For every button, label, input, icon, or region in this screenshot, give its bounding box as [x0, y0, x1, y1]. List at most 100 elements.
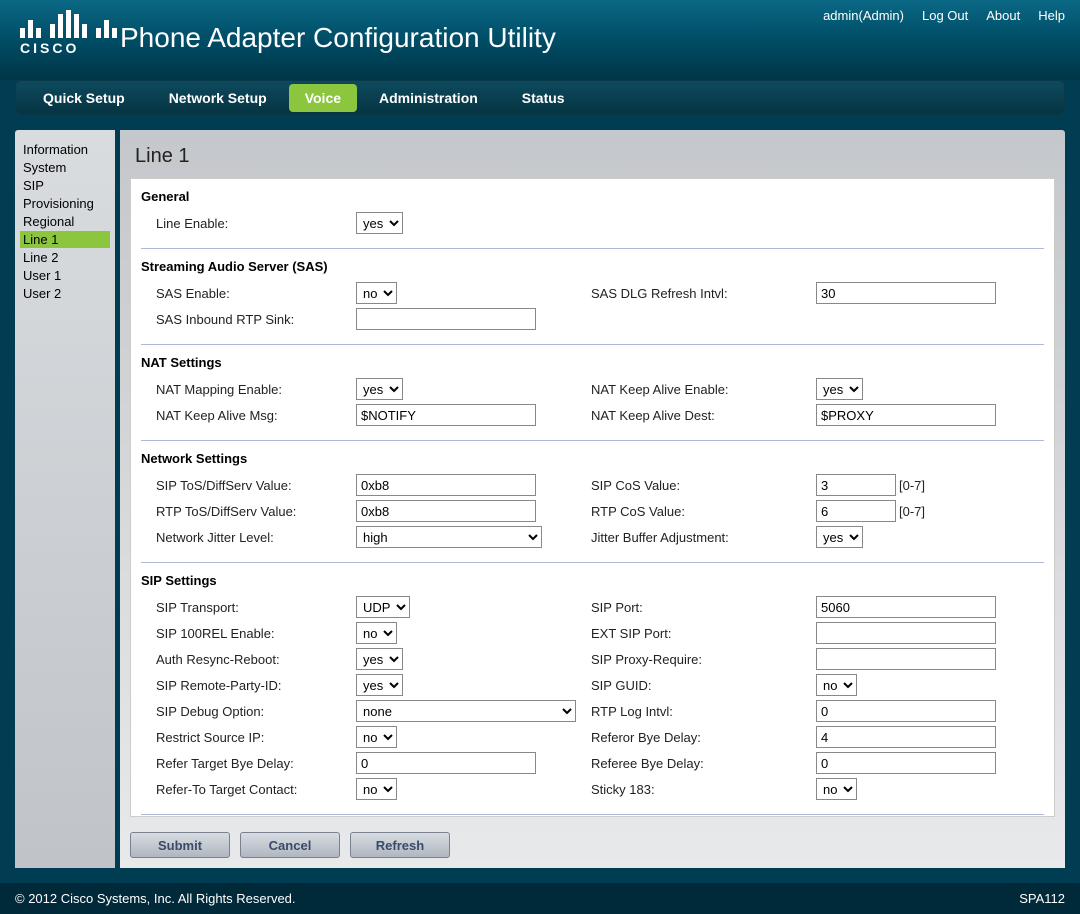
- lbl-sip-port: SIP Port:: [591, 600, 816, 615]
- inp-sip-tos[interactable]: [356, 474, 536, 496]
- user-link[interactable]: admin(Admin): [823, 8, 904, 23]
- cisco-logo: CISCO: [20, 10, 117, 56]
- inp-sas-rtp[interactable]: [356, 308, 536, 330]
- main-nav: Quick Setup Network Setup Voice Administ…: [15, 80, 1065, 115]
- lbl-line-enable: Line Enable:: [156, 216, 356, 231]
- lbl-nat-ka-dest: NAT Keep Alive Dest:: [591, 408, 816, 423]
- lbl-nat-ka-en: NAT Keep Alive Enable:: [591, 382, 816, 397]
- brand-text: CISCO: [20, 40, 117, 56]
- footer-buttons: Submit Cancel Refresh: [120, 817, 1065, 868]
- nav-network-setup[interactable]: Network Setup: [147, 80, 289, 115]
- lbl-jitter-lvl: Network Jitter Level:: [156, 530, 356, 545]
- section-title-sas: Streaming Audio Server (SAS): [141, 259, 1044, 280]
- sel-restrict-ip[interactable]: no: [356, 726, 397, 748]
- inp-sip-port[interactable]: [816, 596, 996, 618]
- inp-proxy-req[interactable]: [816, 648, 996, 670]
- inp-rtp-tos[interactable]: [356, 500, 536, 522]
- section-title-general: General: [141, 189, 1044, 210]
- top-links: admin(Admin) Log Out About Help: [823, 8, 1065, 23]
- lbl-sas-enable: SAS Enable:: [156, 286, 356, 301]
- nav-voice[interactable]: Voice: [289, 84, 357, 112]
- lbl-jitter-adj: Jitter Buffer Adjustment:: [591, 530, 816, 545]
- lbl-debug: SIP Debug Option:: [156, 704, 356, 719]
- inp-rtp-log[interactable]: [816, 700, 996, 722]
- sel-guid[interactable]: no: [816, 674, 857, 696]
- sel-jitter-adj[interactable]: yes: [816, 526, 863, 548]
- sel-line-enable[interactable]: yes: [356, 212, 403, 234]
- content-panel: Line 1 General Line Enable: yes Streamin…: [120, 130, 1065, 868]
- sel-auth-resync[interactable]: yes: [356, 648, 403, 670]
- sidebar-information[interactable]: Information: [20, 141, 110, 158]
- sidebar-system[interactable]: System: [20, 159, 110, 176]
- lbl-sip-tos: SIP ToS/DiffServ Value:: [156, 478, 356, 493]
- sel-sas-enable[interactable]: no: [356, 282, 397, 304]
- sidebar-sip[interactable]: SIP: [20, 177, 110, 194]
- nav-quick-setup[interactable]: Quick Setup: [21, 80, 147, 115]
- sidebar-line2[interactable]: Line 2: [20, 249, 110, 266]
- inp-sip-cos[interactable]: [816, 474, 896, 496]
- sel-100rel[interactable]: no: [356, 622, 397, 644]
- lbl-nat-map: NAT Mapping Enable:: [156, 382, 356, 397]
- inp-ext-port[interactable]: [816, 622, 996, 644]
- lbl-sip-cos: SIP CoS Value:: [591, 478, 816, 493]
- lbl-proxy-req: SIP Proxy-Require:: [591, 652, 816, 667]
- settings-scroll[interactable]: General Line Enable: yes Streaming Audio…: [130, 178, 1055, 817]
- inp-sas-dlg[interactable]: [816, 282, 996, 304]
- inp-refer-target-bye[interactable]: [356, 752, 536, 774]
- lbl-100rel: SIP 100REL Enable:: [156, 626, 356, 641]
- cancel-button[interactable]: Cancel: [240, 832, 340, 858]
- section-general: General Line Enable: yes: [141, 179, 1044, 249]
- lbl-sip-transport: SIP Transport:: [156, 600, 356, 615]
- submit-button[interactable]: Submit: [130, 832, 230, 858]
- sel-debug[interactable]: none: [356, 700, 576, 722]
- nav-status[interactable]: Status: [500, 80, 587, 115]
- inp-referor-bye[interactable]: [816, 726, 996, 748]
- lbl-sticky183: Sticky 183:: [591, 782, 816, 797]
- refresh-button[interactable]: Refresh: [350, 832, 450, 858]
- inp-referee-bye[interactable]: [816, 752, 996, 774]
- sel-jitter-lvl[interactable]: high: [356, 526, 542, 548]
- lbl-nat-ka-msg: NAT Keep Alive Msg:: [156, 408, 356, 423]
- logout-link[interactable]: Log Out: [922, 8, 968, 23]
- section-network: Network Settings SIP ToS/DiffServ Value:…: [141, 441, 1044, 563]
- about-link[interactable]: About: [986, 8, 1020, 23]
- lbl-remote-party: SIP Remote-Party-ID:: [156, 678, 356, 693]
- lbl-rtp-log: RTP Log Intvl:: [591, 704, 816, 719]
- lbl-ext-port: EXT SIP Port:: [591, 626, 816, 641]
- sidebar-provisioning[interactable]: Provisioning: [20, 195, 110, 212]
- lbl-referor-bye: Referor Bye Delay:: [591, 730, 816, 745]
- copyright-text: © 2012 Cisco Systems, Inc. All Rights Re…: [15, 891, 296, 906]
- sidebar-user2[interactable]: User 2: [20, 285, 110, 302]
- bottom-bar: © 2012 Cisco Systems, Inc. All Rights Re…: [0, 883, 1080, 914]
- inp-nat-ka-msg[interactable]: [356, 404, 536, 426]
- model-text: SPA112: [1019, 891, 1065, 906]
- inp-rtp-cos[interactable]: [816, 500, 896, 522]
- sidebar-regional[interactable]: Regional: [20, 213, 110, 230]
- cisco-bars-icon: [20, 10, 117, 38]
- sel-refer-to-contact[interactable]: no: [356, 778, 397, 800]
- lbl-refer-target-bye: Refer Target Bye Delay:: [156, 756, 356, 771]
- section-title-network: Network Settings: [141, 451, 1044, 472]
- help-link[interactable]: Help: [1038, 8, 1065, 23]
- page-title: Line 1: [120, 130, 1065, 178]
- section-nat: NAT Settings NAT Mapping Enable: yes NAT…: [141, 345, 1044, 441]
- lbl-sas-dlg: SAS DLG Refresh Intvl:: [591, 286, 816, 301]
- nav-administration[interactable]: Administration: [357, 80, 500, 115]
- inp-nat-ka-dest[interactable]: [816, 404, 996, 426]
- sel-nat-map[interactable]: yes: [356, 378, 403, 400]
- lbl-rtp-cos: RTP CoS Value:: [591, 504, 816, 519]
- lbl-auth-resync: Auth Resync-Reboot:: [156, 652, 356, 667]
- sidebar-line1[interactable]: Line 1: [20, 231, 110, 248]
- sel-sip-transport[interactable]: UDP: [356, 596, 410, 618]
- header: CISCO Phone Adapter Configuration Utilit…: [0, 0, 1080, 80]
- section-sas: Streaming Audio Server (SAS) SAS Enable:…: [141, 249, 1044, 345]
- sidebar-user1[interactable]: User 1: [20, 267, 110, 284]
- lbl-rtp-tos: RTP ToS/DiffServ Value:: [156, 504, 356, 519]
- lbl-restrict-ip: Restrict Source IP:: [156, 730, 356, 745]
- section-title-sip: SIP Settings: [141, 573, 1044, 594]
- lbl-referee-bye: Referee Bye Delay:: [591, 756, 816, 771]
- sel-nat-ka-en[interactable]: yes: [816, 378, 863, 400]
- sel-sticky183[interactable]: no: [816, 778, 857, 800]
- hint-sip-cos: [0-7]: [899, 478, 925, 493]
- sel-remote-party[interactable]: yes: [356, 674, 403, 696]
